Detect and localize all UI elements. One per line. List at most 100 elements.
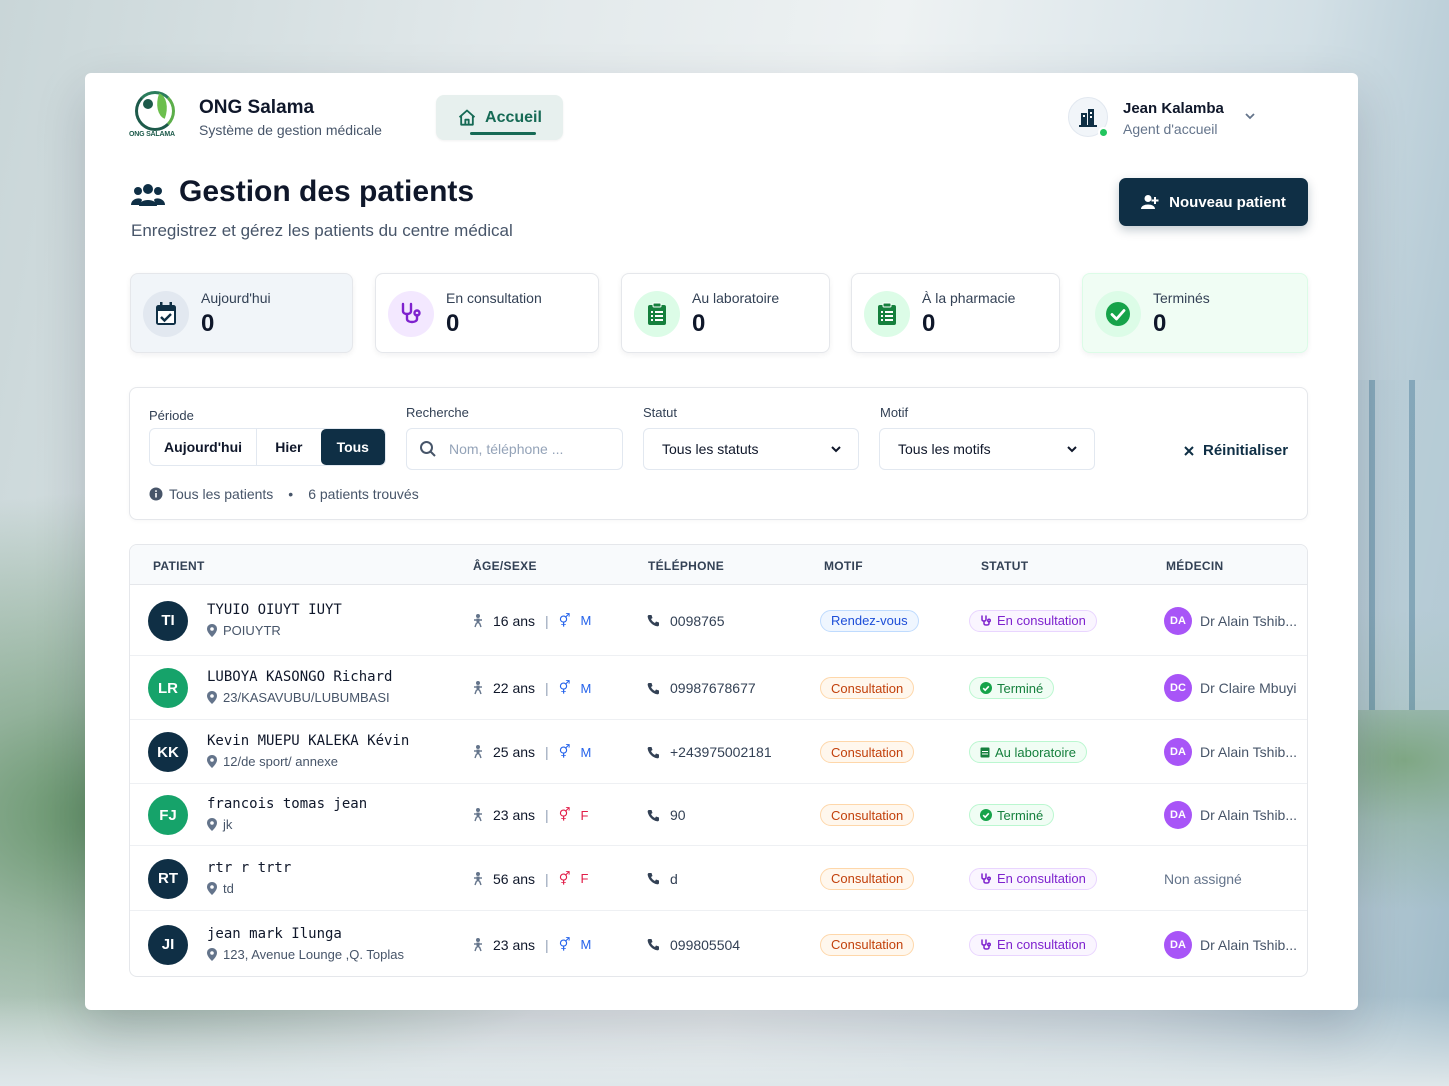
new-patient-label: Nouveau patient bbox=[1169, 193, 1286, 211]
chevron-down-icon bbox=[1067, 446, 1077, 453]
doctor-cell[interactable]: DA Dr Alain Tshib... bbox=[1164, 606, 1297, 635]
map-pin-icon bbox=[207, 818, 217, 831]
address-text: 23/KASAVUBU/LUBUMBASI bbox=[223, 690, 390, 705]
age-value: 23 ans bbox=[493, 807, 536, 823]
sex-label: M bbox=[580, 613, 592, 628]
doctor-cell[interactable]: DA Dr Alain Tshib... bbox=[1164, 801, 1297, 829]
phone-cell: 09987678677 bbox=[647, 680, 756, 696]
period-option-all[interactable]: Tous bbox=[320, 429, 385, 465]
column-header-age-sex[interactable]: ÂGE/SEXE bbox=[473, 559, 537, 573]
table-row[interactable]: RT rtr r trtr td 56 ans | ⚥ Fd Consultation En c… bbox=[130, 846, 1307, 911]
phone-value: 099805504 bbox=[670, 936, 741, 953]
table-row[interactable]: LR LUBOYA KASONGO Richard 23/KASAVUBU/LUBU… bbox=[130, 656, 1307, 720]
patient-address: 12/de sport/ annexe bbox=[207, 754, 338, 769]
stat-value: 0 bbox=[446, 310, 460, 337]
doctor-name: Dr Alain Tshib... bbox=[1200, 744, 1298, 760]
search-box[interactable] bbox=[406, 428, 623, 470]
female-icon: ⚥ bbox=[558, 870, 571, 886]
building-icon bbox=[1079, 109, 1097, 127]
period-option-yesterday[interactable]: Hier bbox=[257, 429, 320, 465]
patient-name[interactable]: rtr r trtr bbox=[207, 860, 291, 876]
map-pin-icon bbox=[207, 947, 217, 961]
patient-avatar: LR bbox=[148, 668, 188, 708]
chevron-down-icon[interactable] bbox=[1243, 109, 1257, 123]
patient-name[interactable]: Kevin MUEPU KALEKA Kévin bbox=[207, 733, 409, 749]
user-avatar[interactable] bbox=[1068, 97, 1109, 138]
reset-filters-button[interactable]: Réinitialiser bbox=[1184, 442, 1288, 459]
period-option-today[interactable]: Aujourd'hui bbox=[150, 429, 258, 465]
stat-card-completed[interactable]: Terminés 0 bbox=[1082, 273, 1308, 353]
doctor-cell[interactable]: DC Dr Claire Mbuyi bbox=[1164, 674, 1296, 702]
doctor-avatar: DA bbox=[1164, 738, 1192, 766]
address-text: 12/de sport/ annexe bbox=[223, 754, 338, 769]
status-text: Au laboratoire bbox=[995, 744, 1076, 760]
patient-avatar: FJ bbox=[148, 795, 188, 835]
phone-icon bbox=[647, 682, 659, 694]
stethoscope-icon bbox=[981, 872, 991, 884]
brand-name: ONG Salama bbox=[199, 97, 315, 118]
stat-card-pharmacy[interactable]: À la pharmacie 0 bbox=[851, 273, 1060, 353]
table-row[interactable]: TI TYUIO OIUYT IUYT POIUYTR 16 ans | ⚥ M 009876… bbox=[130, 585, 1307, 656]
patient-avatar: TI bbox=[148, 600, 188, 641]
column-header-doctor[interactable]: MÉDECIN bbox=[1166, 559, 1223, 573]
address-text: jk bbox=[223, 817, 233, 832]
age-sex-cell: 56 ans | ⚥ F bbox=[473, 871, 588, 887]
table-row[interactable]: KK Kevin MUEPU KALEKA Kévin 12/de sport/ a… bbox=[130, 720, 1307, 784]
table-row[interactable]: FJ francois tomas jean jk 23 ans | ⚥ F 90 Consul… bbox=[130, 784, 1307, 846]
status-select[interactable]: Tous les statuts bbox=[643, 428, 859, 470]
male-icon: ⚥ bbox=[558, 680, 571, 695]
close-icon bbox=[1184, 445, 1194, 456]
home-icon bbox=[458, 109, 476, 126]
patients-table: PATIENT ÂGE/SEXE TÉLÉPHONE MOTIF STATUT … bbox=[129, 544, 1308, 977]
map-pin-icon bbox=[207, 881, 217, 895]
check-circle-icon bbox=[980, 809, 992, 821]
motif-badge: Rendez-vous bbox=[820, 609, 919, 632]
doctor-cell[interactable]: DA Dr Alain Tshib... bbox=[1164, 930, 1298, 959]
period-segmented-control: Aujourd'hui Hier Tous bbox=[149, 428, 386, 466]
patient-name[interactable]: LUBOYA KASONGO Richard bbox=[207, 669, 392, 685]
motif-badge: Consultation bbox=[820, 867, 915, 890]
sex-label: F bbox=[580, 871, 589, 886]
address-text: POIUYTR bbox=[223, 622, 281, 638]
phone-value: 90 bbox=[670, 807, 686, 823]
search-icon bbox=[420, 441, 436, 457]
user-name: Jean Kalamba bbox=[1123, 100, 1224, 117]
stat-label: En consultation bbox=[446, 290, 542, 306]
results-info: Tous les patients • 6 patients trouvés bbox=[149, 486, 419, 502]
patient-address: td bbox=[207, 881, 234, 896]
column-header-patient[interactable]: PATIENT bbox=[153, 559, 205, 573]
column-header-status[interactable]: STATUT bbox=[981, 559, 1028, 573]
info-icon bbox=[149, 487, 163, 501]
stat-value: 0 bbox=[1153, 310, 1167, 337]
table-row[interactable]: JI jean mark Ilunga 123, Avenue Lounge ,Q.… bbox=[130, 911, 1307, 976]
separator-dot: • bbox=[288, 486, 294, 502]
patient-name[interactable]: jean mark Ilunga bbox=[207, 926, 342, 942]
status-badge: Au laboratoire bbox=[969, 741, 1087, 763]
nav-home-tab[interactable]: Accueil bbox=[436, 95, 563, 140]
phone-value: 09987678677 bbox=[670, 680, 756, 696]
column-header-motif[interactable]: MOTIF bbox=[824, 559, 863, 573]
users-icon bbox=[131, 184, 165, 206]
stat-card-laboratory[interactable]: Au laboratoire 0 bbox=[621, 273, 830, 353]
new-patient-button[interactable]: Nouveau patient bbox=[1119, 178, 1308, 226]
stat-label: Terminés bbox=[1153, 290, 1210, 306]
patient-name[interactable]: TYUIO OIUYT IUYT bbox=[207, 602, 342, 618]
phone-cell: d bbox=[647, 871, 678, 887]
column-header-phone[interactable]: TÉLÉPHONE bbox=[648, 559, 724, 573]
person-icon bbox=[474, 871, 482, 885]
clipboard-list-icon bbox=[980, 747, 990, 758]
doctor-cell[interactable]: DA Dr Alain Tshib... bbox=[1164, 738, 1297, 766]
age-value: 23 ans bbox=[493, 936, 536, 953]
patient-name[interactable]: francois tomas jean bbox=[207, 796, 367, 812]
motif-select[interactable]: Tous les motifs bbox=[879, 428, 1095, 470]
results-count: 6 patients trouvés bbox=[308, 486, 419, 502]
brand-logo[interactable]: ONG SALAMA bbox=[129, 91, 183, 143]
person-icon bbox=[474, 613, 482, 627]
search-input[interactable] bbox=[449, 441, 599, 457]
stat-card-today[interactable]: Aujourd'hui 0 bbox=[130, 273, 353, 353]
filters-panel: Période Aujourd'hui Hier Tous Recherche … bbox=[129, 387, 1308, 520]
patient-address: 23/KASAVUBU/LUBUMBASI bbox=[207, 690, 390, 705]
stat-card-consultation[interactable]: En consultation 0 bbox=[375, 273, 599, 353]
doctor-name: Dr Alain Tshib... bbox=[1200, 936, 1298, 953]
male-icon: ⚥ bbox=[558, 612, 571, 628]
